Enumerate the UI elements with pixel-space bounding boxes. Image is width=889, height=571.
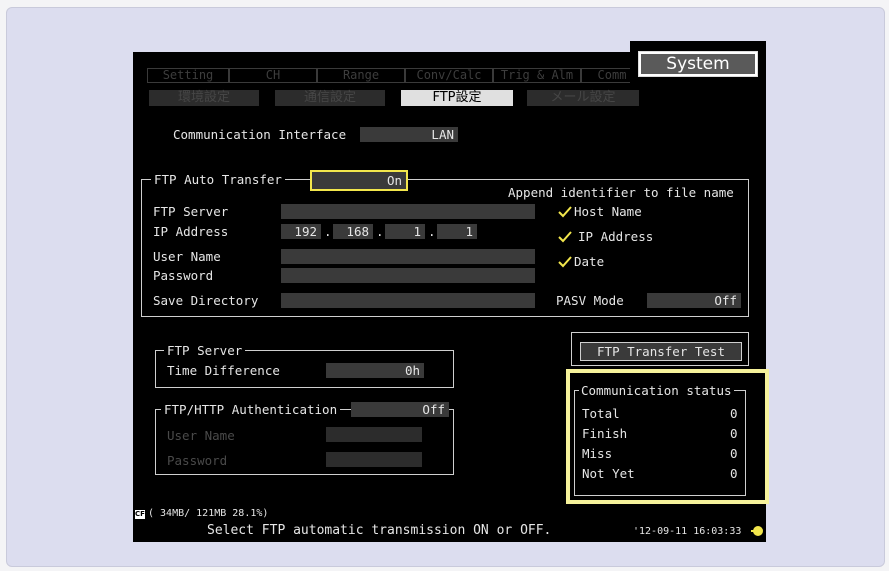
subtab-environment[interactable]: 環境設定: [149, 90, 259, 106]
ftp-transfer-test-button[interactable]: FTP Transfer Test: [580, 342, 742, 361]
tab-setting[interactable]: Setting: [147, 68, 229, 83]
ip-octet-3-value: 1: [413, 224, 421, 239]
save-directory-label: Save Directory: [153, 293, 259, 308]
pasv-label: PASV Mode: [556, 293, 624, 308]
date-check-label: Date: [574, 254, 605, 269]
password-label: Password: [153, 268, 214, 283]
auth-field[interactable]: Off: [351, 402, 449, 417]
comm-status-highlight: [566, 369, 769, 504]
pasv-value: Off: [714, 293, 737, 308]
check-icon: [558, 206, 572, 218]
comm-interface-field[interactable]: LAN: [360, 127, 458, 142]
ip-dot-2: .: [376, 224, 384, 239]
ftp-auto-field[interactable]: On: [310, 170, 408, 191]
status-message: Select FTP automatic transmission ON or …: [207, 523, 552, 538]
comm-interface-value: LAN: [431, 127, 454, 142]
ip-address-label: IP Address: [153, 224, 229, 239]
tab-ch[interactable]: CH: [229, 68, 317, 83]
power-plug-icon: [751, 526, 763, 536]
cf-card-icon: CF: [135, 510, 145, 519]
ip-octet-1-value: 192: [294, 224, 317, 239]
auth-password-label: Password: [167, 453, 228, 468]
save-directory-field[interactable]: [281, 293, 535, 308]
auth-user-field[interactable]: [326, 427, 422, 442]
ip-octet-2[interactable]: 168: [333, 224, 373, 239]
storage-info: ( 34MB/ 121MB 28.1%): [148, 508, 269, 519]
ftp-server-label: FTP Server: [153, 204, 229, 219]
ip-octet-2-value: 168: [346, 224, 369, 239]
ip-octet-1[interactable]: 192: [281, 224, 321, 239]
check-icon: [558, 256, 572, 268]
comm-interface-label: Communication Interface: [173, 127, 347, 142]
datetime: '12-09-11 16:03:33: [633, 526, 742, 537]
time-difference-field[interactable]: 0h: [326, 363, 424, 378]
ip-dot-1: .: [324, 224, 332, 239]
system-button[interactable]: System: [630, 41, 766, 89]
ftp-server-field[interactable]: [281, 204, 535, 219]
host-name-label: Host Name: [574, 204, 642, 219]
subtab-ftp[interactable]: FTP設定: [401, 90, 513, 106]
ip-address-check-label: IP Address: [578, 229, 654, 244]
ip-dot-3: .: [428, 224, 436, 239]
auth-group-title: FTP/HTTP Authentication: [161, 402, 341, 417]
ftp-server-group-title: FTP Server: [164, 343, 246, 358]
tab-range[interactable]: Range: [317, 68, 405, 83]
auth-value: Off: [422, 402, 445, 417]
ip-octet-4[interactable]: 1: [437, 224, 477, 239]
user-name-label: User Name: [153, 249, 221, 264]
subtab-mail[interactable]: メール設定: [527, 90, 639, 106]
tab-conv-calc[interactable]: Conv/Calc: [405, 68, 493, 83]
password-field[interactable]: [281, 268, 535, 283]
pasv-field[interactable]: Off: [647, 293, 741, 308]
auth-password-field[interactable]: [326, 452, 422, 467]
time-difference-label: Time Difference: [167, 363, 280, 378]
ip-octet-3[interactable]: 1: [385, 224, 425, 239]
append-title: Append identifier to file name: [508, 185, 734, 200]
ftp-transfer-test-label: FTP Transfer Test: [597, 344, 725, 359]
user-name-field[interactable]: [281, 249, 535, 264]
ftp-auto-label: FTP Auto Transfer: [151, 172, 285, 187]
check-icon: [558, 231, 572, 243]
ip-octet-4-value: 1: [465, 224, 473, 239]
system-button-label: System: [666, 54, 730, 74]
subtab-communication[interactable]: 通信設定: [275, 90, 385, 106]
ftp-auto-value: On: [386, 173, 402, 188]
time-difference-value: 0h: [404, 363, 420, 378]
system-button-face: System: [638, 51, 758, 77]
auth-user-label: User Name: [167, 428, 235, 443]
tab-trig-alm[interactable]: Trig & Alm: [493, 68, 581, 83]
